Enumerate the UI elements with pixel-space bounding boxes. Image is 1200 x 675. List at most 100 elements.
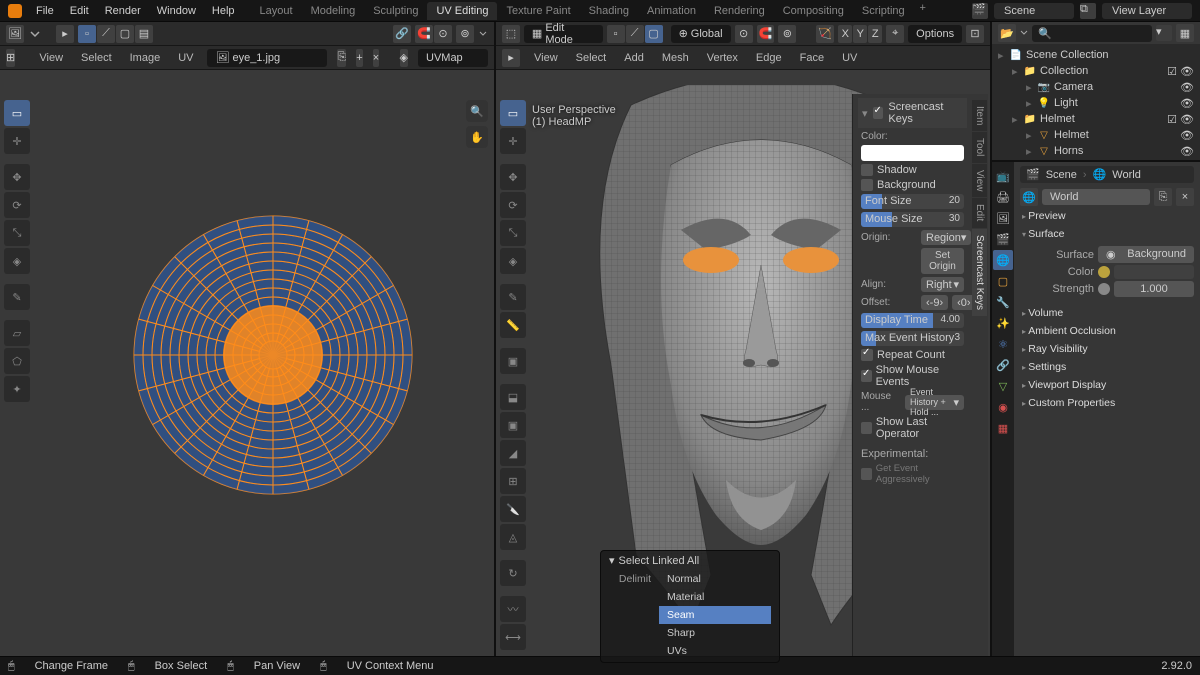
tool-smooth-icon[interactable]: 〰 [500,596,526,622]
mouse-loc-select[interactable]: Event History + Hold ...▾ [905,395,964,410]
workspace-tab-rendering[interactable]: Rendering [705,2,774,20]
shadow-checkbox[interactable] [861,164,873,176]
uv-sync-icon[interactable]: 🔗 [393,25,411,43]
tool-rotate-icon[interactable]: ⟳ [4,192,30,218]
section-custom[interactable]: Custom Properties [1020,394,1194,412]
face-select-icon[interactable]: ▢ [645,25,663,43]
mode-selector[interactable]: ▦ Edit Mode [524,25,603,43]
snap-icon[interactable]: 🧲 [415,25,433,43]
proptab-constraints-icon[interactable]: 🔗 [993,355,1013,375]
outliner-row[interactable]: ▸📁Helmet☑👁 [996,111,1196,127]
show-last-op-checkbox[interactable] [861,422,872,434]
overlay-toggle-icon[interactable]: ⊡ [966,25,984,43]
background-checkbox[interactable] [861,179,873,191]
select-edge-icon[interactable]: ⟋ [97,25,115,43]
scene-name-field[interactable]: Scene [994,3,1074,19]
viewlayer-icon[interactable]: ⧉ [1080,3,1096,19]
world-name-field[interactable]: World [1042,189,1150,205]
proptab-render-icon[interactable]: 📺 [993,166,1013,186]
world-unlink-icon[interactable]: × [1176,188,1194,206]
tool-extrude-icon[interactable]: ⬓ [500,384,526,410]
tool-measure-icon[interactable]: 📏 [500,312,526,338]
workspace-tab-uvediting[interactable]: UV Editing [427,2,497,20]
proptab-world-icon[interactable]: 🌐 [993,250,1013,270]
section-ray[interactable]: Ray Visibility [1020,340,1194,358]
origin-select[interactable]: Region▾ [921,230,971,245]
outliner-tree[interactable]: ▸📄Scene Collection▸📁Collection☑👁▸📷Camera… [992,44,1200,160]
color-picker[interactable] [861,145,964,161]
tool-annotate-icon[interactable]: ✎ [4,284,30,310]
scene-browse-icon[interactable]: 🎬 [972,3,988,19]
new-collection-icon[interactable]: ▦ [1176,24,1194,42]
display-time-slider[interactable]: Display Time4.00 [861,313,964,328]
menu-edit[interactable]: Edit [62,0,97,22]
proptab-material-icon[interactable]: ◉ [993,397,1013,417]
section-volume[interactable]: Volume [1020,304,1194,322]
proptab-data-icon[interactable]: ▽ [993,376,1013,396]
menu-window[interactable]: Window [149,0,204,22]
menu-render[interactable]: Render [97,0,149,22]
chevron-down-icon[interactable] [478,27,488,41]
automerge-icon[interactable]: ⌖ [886,25,904,43]
outliner-search[interactable]: 🔍 [1032,25,1152,42]
vp-editor-type-icon[interactable]: ⬚ [502,25,520,43]
viewlayer-name-field[interactable]: View Layer [1102,3,1192,19]
mouse-size-slider[interactable]: Mouse Size30 [861,212,964,227]
workspace-tab-sculpting[interactable]: Sculpting [364,2,427,20]
uv-menu-image[interactable]: Image [126,52,165,64]
workspace-tab-texturepaint[interactable]: Texture Paint [497,2,579,20]
delimit-opt-sharp[interactable]: Sharp [659,624,771,642]
tool-cursor-icon[interactable]: ✛ [500,128,526,154]
tool-rotate-icon[interactable]: ⟳ [500,192,526,218]
vp-menu-vertex[interactable]: Vertex [703,52,742,64]
tool-rip-icon[interactable]: ▱ [4,320,30,346]
workspace-tab-compositing[interactable]: Compositing [774,2,853,20]
uv-editor-type-icon[interactable]: 🖼 [6,25,24,43]
tool-select-icon[interactable]: ▭ [500,100,526,126]
proptab-texture-icon[interactable]: ▦ [993,418,1013,438]
npanel-tab-screencast[interactable]: Screencast Keys [972,229,987,316]
outliner-row[interactable]: ▸💡Light👁 [996,95,1196,111]
uvmap-icon[interactable]: ◈ [400,49,408,67]
n-panel-header[interactable]: ▾ Screencast Keys [858,98,967,128]
section-viewport[interactable]: Viewport Display [1020,376,1194,394]
vp-menu-face[interactable]: Face [796,52,828,64]
tool-annotate-icon[interactable]: ✎ [500,284,526,310]
delimit-opt-material[interactable]: Material [659,588,771,606]
snap-toggle-icon[interactable]: 🧲 [757,25,775,43]
workspace-tab-layout[interactable]: Layout [251,2,302,20]
add-workspace-button[interactable]: + [914,2,932,20]
outliner-display-icon[interactable]: 📂 [998,24,1016,42]
color-node-dot[interactable] [1098,266,1110,278]
zoom-icon[interactable]: 🔍 [466,100,488,122]
props-breadcrumb[interactable]: 🎬Scene › 🌐World [1020,166,1194,183]
select-vertex-icon[interactable]: ▫ [78,25,96,43]
x-mirror-icon[interactable]: X [838,25,852,43]
offset-x-field[interactable]: ‹-9› [921,295,948,310]
font-size-slider[interactable]: Font Size20 [861,194,964,209]
outliner-row[interactable]: ▸📷Camera👁 [996,79,1196,95]
section-preview[interactable]: Preview [1020,207,1194,225]
workspace-tab-shading[interactable]: Shading [580,2,638,20]
tool-bevel-icon[interactable]: ◢ [500,440,526,466]
chevron-down-icon[interactable] [1020,26,1028,40]
workspace-tab-animation[interactable]: Animation [638,2,705,20]
screencast-enable-checkbox[interactable] [873,107,884,119]
cursor-tool-icon[interactable]: ▸ [502,49,520,67]
max-hist-slider[interactable]: Max Event History3 [861,331,964,346]
uv-menu-view[interactable]: View [35,52,67,64]
vp-menu-edge[interactable]: Edge [752,52,786,64]
proptab-scene-icon[interactable]: 🎬 [993,229,1013,249]
tool-spin-icon[interactable]: ↻ [500,560,526,586]
exp-aggressive-checkbox[interactable] [861,468,872,480]
section-surface[interactable]: Surface [1020,225,1194,243]
show-mouse-checkbox[interactable] [861,370,872,382]
outliner-row[interactable]: ▸📄Scene Collection [996,47,1196,63]
delimit-opt-normal[interactable]: Normal [659,570,771,588]
tool-scale-icon[interactable]: ⤡ [4,220,30,246]
align-select[interactable]: Right▾ [921,277,964,292]
strength-field[interactable]: 1.000 [1114,281,1194,297]
delimit-opt-seam[interactable]: Seam [659,606,771,624]
tool-grab-icon[interactable]: ⬠ [4,348,30,374]
outliner-row[interactable]: ▸▽Helmet👁 [996,127,1196,143]
